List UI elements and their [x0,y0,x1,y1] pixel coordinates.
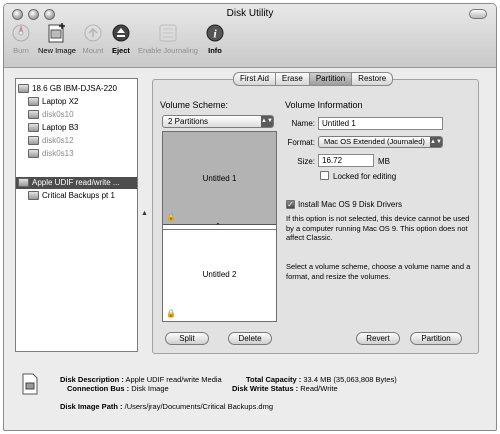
volume-item-disk0s12[interactable]: disk0s12 [28,135,136,147]
name-label: Name: [291,119,315,128]
lock-icon: 🔒 [166,309,176,318]
select-arrows-icon: ▲▼ [261,116,273,127]
locked-label: Locked for editing [333,172,397,181]
tab-restore[interactable]: Restore [351,72,394,86]
total-capacity: Total Capacity : 33.4 MB (35,063,808 Byt… [246,375,397,384]
eject-icon [110,22,132,44]
volume-icon [28,136,39,146]
os9-drivers-checkbox[interactable]: ✓ [286,200,295,209]
format-select[interactable]: Mac OS Extended (Journaled) ▲▼ [318,136,443,148]
disk-description: Disk Description : Apple UDIF read/write… [60,375,222,384]
format-label: Format: [287,138,315,147]
partition-block-2[interactable]: Untitled 2 🔒 [163,229,276,321]
size-label: Size: [297,157,315,166]
partition-1-label: Untitled 1 [202,174,237,183]
volume-name-field[interactable]: Untitled 1 [318,117,443,130]
toolbar: Burn New Image Mount Eject Enable Journa… [10,22,232,55]
disk-item-apple-udif[interactable]: Apple UDIF read/write ... [16,177,137,189]
mount-icon [82,22,104,44]
info-icon: i [204,22,226,44]
volume-item-laptop-x2[interactable]: Laptop X2 [28,96,136,108]
volume-icon [28,97,39,107]
select-arrows-icon: ▲▼ [430,137,442,147]
tab-erase[interactable]: Erase [274,72,309,86]
mount-button[interactable]: Mount [82,22,104,55]
volume-scheme-select[interactable]: 2 Partitions ▲▼ [162,115,274,128]
volume-item-critical-backups[interactable]: Critical Backups pt 1 [28,190,136,202]
new-image-icon [46,22,68,44]
partition-block-1[interactable]: Untitled 1 🔒 [163,132,276,225]
size-unit: MB [378,157,390,166]
os9-drivers-label: Install Mac OS 9 Disk Drivers [298,200,403,209]
volume-icon [28,110,39,120]
toolbar-toggle-button[interactable] [469,9,487,19]
partition-button[interactable]: Partition [410,332,462,345]
volume-information-title: Volume Information [285,100,363,110]
locked-checkbox[interactable] [320,171,329,180]
burn-icon [10,22,32,44]
size-field[interactable]: 16.72 [318,154,374,167]
os9-help-text: If this option is not selected, this dev… [286,214,470,242]
disk-write-status: Disk Write Status : Read/Write [232,384,338,393]
instructions-text: Select a volume scheme, choose a volume … [286,262,471,281]
splitter-handle[interactable]: ▲ [141,210,148,217]
connection-bus: Connection Bus : Disk Image [67,384,169,393]
volume-item-laptop-b3[interactable]: Laptop B3 [28,122,136,134]
delete-button[interactable]: Delete [228,332,272,345]
eject-button[interactable]: Eject [110,22,132,55]
volume-icon [28,191,39,201]
split-button[interactable]: Split [165,332,209,345]
disk-item-ibm[interactable]: 18.6 GB IBM-DJSA-220 [18,83,136,95]
disk-list[interactable]: 18.6 GB IBM-DJSA-220 Laptop X2 disk0s10 … [15,78,138,352]
info-button[interactable]: i Info [204,22,226,55]
journaling-icon [157,22,179,44]
volume-icon [28,149,39,159]
enable-journaling-button[interactable]: Enable Journaling [138,22,198,55]
title-bar: Disk Utility Burn New Image Mount Eject … [4,4,496,68]
partition-2-label: Untitled 2 [202,270,237,279]
burn-button[interactable]: Burn [10,22,32,55]
hard-disk-icon [18,84,29,94]
tab-partition[interactable]: Partition [308,72,352,86]
volume-item-disk0s10[interactable]: disk0s10 [28,109,136,121]
tab-bar: First Aid Erase Partition Restore [233,72,394,86]
partition-map[interactable]: Untitled 1 🔒 ⌃ Untitled 2 🔒 [162,131,277,322]
volume-scheme-label: Volume Scheme: [160,100,229,110]
volume-icon [28,123,39,133]
window-title: Disk Utility [226,8,274,19]
disk-image-icon [18,178,29,188]
disk-image-icon [20,373,40,395]
revert-button[interactable]: Revert [356,332,400,345]
new-image-button[interactable]: New Image [38,22,76,55]
lock-icon: 🔒 [166,212,176,221]
volume-item-disk0s13[interactable]: disk0s13 [28,148,136,160]
disk-image-path: Disk Image Path : /Users/jray/Documents/… [60,402,274,411]
tab-first-aid[interactable]: First Aid [233,72,275,86]
